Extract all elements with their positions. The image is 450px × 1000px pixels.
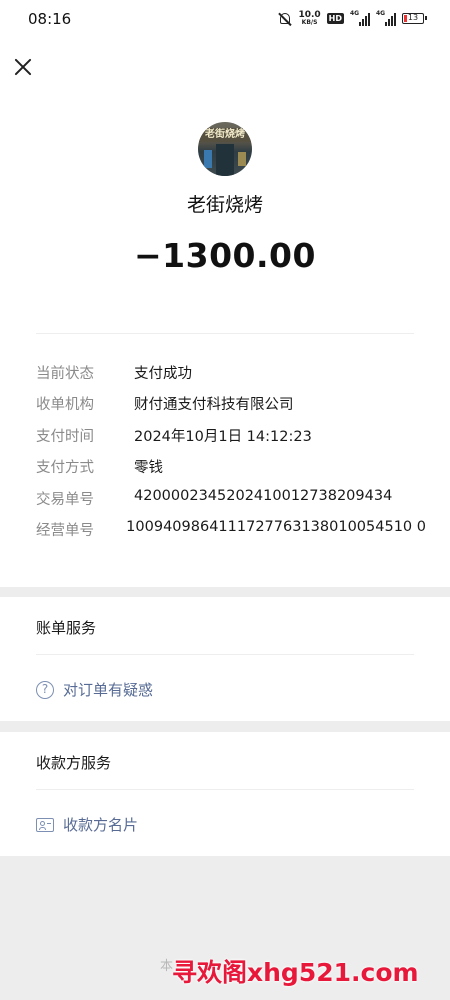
- detail-row-transaction-id: 交易单号 4200002345202410012738209434: [36, 488, 426, 519]
- detail-row-merchant-order-id: 经营单号 1009409864111727763138010054510 0: [36, 519, 426, 550]
- divider: [36, 654, 414, 655]
- signal-label: 4G: [376, 9, 386, 17]
- detail-value[interactable]: 1009409864111727763138010054510 0: [126, 519, 426, 535]
- avatar-shop-sign: 老街烧烤: [198, 128, 252, 142]
- signal-icon: 4G: [350, 9, 370, 26]
- detail-label: 支付方式: [36, 460, 94, 477]
- detail-label: 当前状态: [36, 366, 94, 382]
- divider: [36, 789, 414, 790]
- detail-label: 交易单号: [36, 491, 94, 508]
- status-bar: 08:16 10.0 KB/S HD 4G 4G 13: [0, 0, 450, 40]
- signal-icon: 4G: [376, 9, 396, 26]
- signal-label: 4G: [350, 9, 360, 17]
- network-speed: 10.0 KB/S: [298, 11, 320, 26]
- transaction-details: 当前状态 支付成功 收单机构 财付通支付科技有限公司 支付时间 2024年10月…: [36, 362, 426, 550]
- detail-value: 财付通支付科技有限公司: [134, 397, 294, 414]
- bill-service-card: 账单服务 ? 对订单有疑惑: [0, 597, 450, 721]
- merchant-avatar[interactable]: 老街烧烤: [198, 122, 252, 176]
- hd-icon: HD: [326, 13, 344, 24]
- detail-row-method: 支付方式 零钱: [36, 456, 426, 487]
- detail-value: 2024年10月1日 14:12:23: [134, 428, 312, 445]
- help-icon: ?: [36, 680, 54, 699]
- battery-icon: 13: [402, 13, 427, 24]
- battery-level: 13: [407, 13, 419, 22]
- section-title: 账单服务: [36, 619, 97, 637]
- detail-label: 经营单号: [36, 522, 94, 539]
- status-icons: 10.0 KB/S HD 4G 4G 13: [278, 9, 427, 26]
- network-speed-unit: KB/S: [301, 19, 318, 26]
- merchant-name: 老街烧烤: [186, 194, 263, 216]
- payee-service-card: 收款方服务 收款方名片: [0, 732, 450, 856]
- card-icon: [36, 817, 54, 832]
- divider: [36, 333, 414, 334]
- mute-icon: [278, 12, 292, 26]
- detail-value: 支付成功: [134, 366, 192, 382]
- detail-row-time: 支付时间 2024年10月1日 14:12:23: [36, 425, 426, 456]
- link-label: 收款方名片: [63, 816, 139, 834]
- section-title: 收款方服务: [36, 754, 112, 772]
- transaction-card: 老街烧烤 老街烧烤 −1300.00 当前状态 支付成功 收单机构 财付通支付科…: [0, 94, 450, 587]
- detail-value[interactable]: 4200002345202410012738209434: [134, 488, 392, 504]
- order-question-link[interactable]: ? 对订单有疑惑: [36, 679, 153, 700]
- close-icon[interactable]: [12, 56, 34, 78]
- link-label: 对订单有疑惑: [63, 681, 154, 699]
- detail-value: 零钱: [134, 460, 163, 477]
- detail-row-status: 当前状态 支付成功: [36, 362, 426, 393]
- detail-label: 支付时间: [36, 428, 94, 445]
- detail-label: 收单机构: [36, 397, 94, 414]
- transaction-amount: −1300.00: [134, 236, 316, 275]
- top-nav: [0, 40, 450, 95]
- watermark: 寻欢阁xhg521.com: [172, 958, 419, 987]
- detail-row-acquirer: 收单机构 财付通支付科技有限公司: [36, 393, 426, 424]
- status-time: 08:16: [28, 10, 72, 28]
- transaction-detail-page: 08:16 10.0 KB/S HD 4G 4G 13 老街烧烤 老街烧烤 −1…: [0, 0, 450, 1000]
- payee-card-link[interactable]: 收款方名片: [36, 814, 138, 835]
